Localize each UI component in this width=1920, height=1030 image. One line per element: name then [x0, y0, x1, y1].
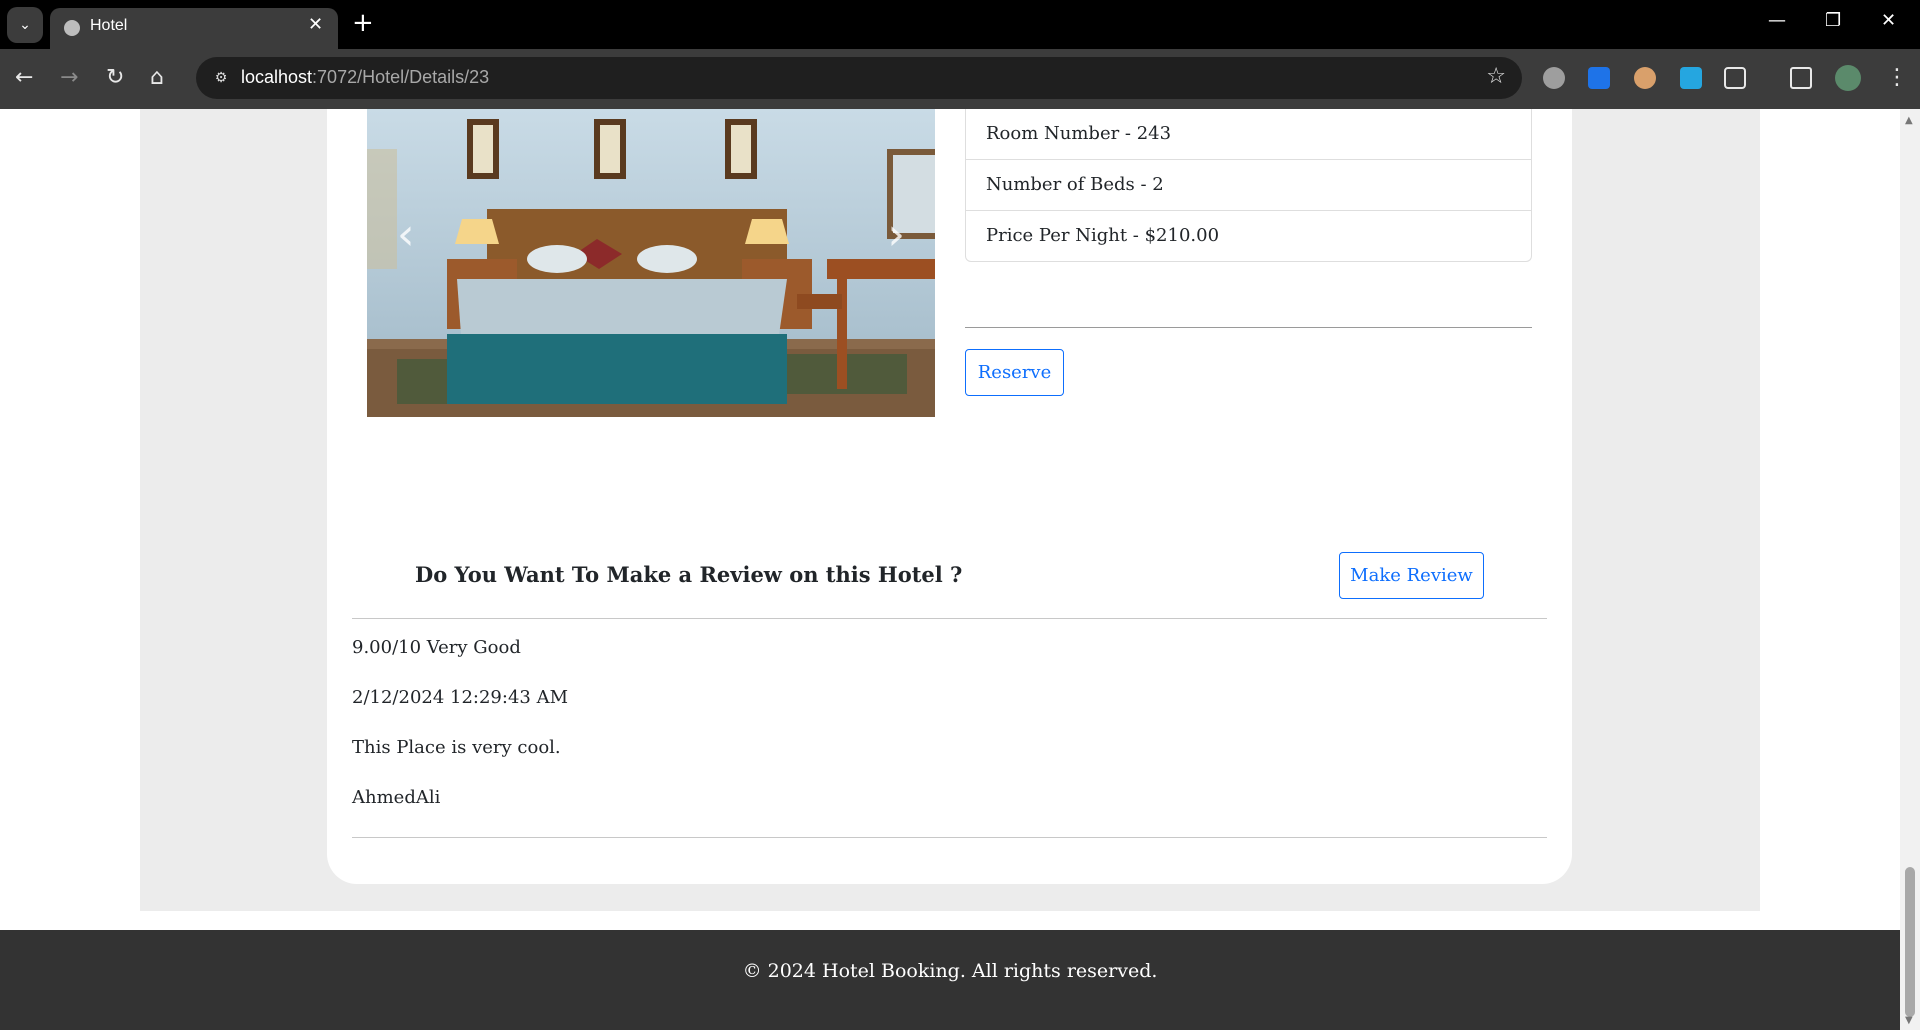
divider: [965, 327, 1532, 328]
menu-dots-icon[interactable]: ⋮: [1886, 65, 1908, 91]
tab-close-button[interactable]: ✕: [308, 14, 323, 35]
chevron-down-icon: ⌄: [19, 17, 31, 33]
divider: [352, 837, 1547, 838]
reload-icon[interactable]: ↻: [106, 65, 124, 91]
home-icon[interactable]: ⌂: [150, 65, 164, 91]
reserve-button[interactable]: Reserve: [965, 349, 1064, 396]
price-per-night-item: Price Per Night - $210.00: [966, 210, 1531, 261]
beds-count-item: Number of Beds - 2: [966, 159, 1531, 210]
page-scrollbar[interactable]: ▲ ▼: [1900, 109, 1920, 1030]
star-icon[interactable]: ☆: [1486, 64, 1506, 89]
footer-copyright: © 2024 Hotel Booking. All rights reserve…: [742, 960, 1158, 982]
tab-strip: ⌄ Hotel ✕ + — ❐ ✕: [0, 0, 1920, 49]
extension-wave-icon[interactable]: [1588, 67, 1610, 89]
address-bar[interactable]: ⚙ localhost:7072/Hotel/Details/23 ☆: [196, 57, 1522, 99]
review-score: 9.00/10 Very Good: [352, 637, 521, 658]
extensions-puzzle-icon[interactable]: [1724, 67, 1746, 89]
page-footer: © 2024 Hotel Booking. All rights reserve…: [0, 930, 1900, 1030]
globe-icon: [64, 20, 80, 36]
back-arrow-icon[interactable]: ←: [15, 65, 33, 91]
review-prompt-heading: Do You Want To Make a Review on this Hot…: [415, 562, 963, 587]
room-details-list: Room Number - 243 Number of Beds - 2 Pri…: [965, 109, 1532, 262]
extension-translate-icon[interactable]: [1680, 67, 1702, 89]
review-date: 2/12/2024 12:29:43 AM: [352, 687, 569, 708]
carousel-next-icon[interactable]: ›: [887, 209, 905, 260]
review-author: AhmedAli: [352, 787, 441, 808]
restore-icon[interactable]: ❐: [1825, 10, 1841, 31]
site-info-icon[interactable]: ⚙: [210, 67, 232, 89]
window-close-icon[interactable]: ✕: [1881, 10, 1896, 31]
make-review-button[interactable]: Make Review: [1339, 552, 1484, 599]
browser-toolbar: ← → ↻ ⌂ ⚙ localhost:7072/Hotel/Details/2…: [0, 49, 1920, 109]
scroll-up-icon[interactable]: ▲: [1905, 115, 1913, 126]
scroll-down-icon[interactable]: ▼: [1905, 1015, 1913, 1026]
new-tab-button[interactable]: +: [352, 9, 374, 37]
minimize-icon[interactable]: —: [1768, 10, 1786, 31]
url-text: localhost:7072/Hotel/Details/23: [241, 67, 490, 87]
divider: [352, 618, 1547, 619]
browser-tab[interactable]: Hotel ✕: [50, 8, 338, 49]
page-viewport: ‹ › Room Number - 243 Number of Beds - 2…: [0, 109, 1900, 1030]
room-image-carousel[interactable]: ‹ ›: [367, 109, 935, 417]
forward-arrow-icon[interactable]: →: [60, 65, 78, 91]
scrollbar-thumb[interactable]: [1905, 867, 1915, 1017]
room-photo: [367, 109, 935, 417]
review-card: Do You Want To Make a Review on this Hot…: [327, 527, 1572, 884]
review-comment: This Place is very cool.: [352, 737, 561, 758]
carousel-prev-icon[interactable]: ‹: [397, 209, 415, 260]
extension-avatar-icon[interactable]: [1634, 67, 1656, 89]
tab-search-button[interactable]: ⌄: [7, 7, 43, 43]
profile-avatar[interactable]: [1835, 65, 1861, 91]
room-number-item: Room Number - 243: [986, 123, 1172, 144]
side-panel-icon[interactable]: [1790, 67, 1812, 89]
extension-globe-icon[interactable]: [1543, 67, 1565, 89]
tab-title: Hotel: [90, 17, 128, 34]
